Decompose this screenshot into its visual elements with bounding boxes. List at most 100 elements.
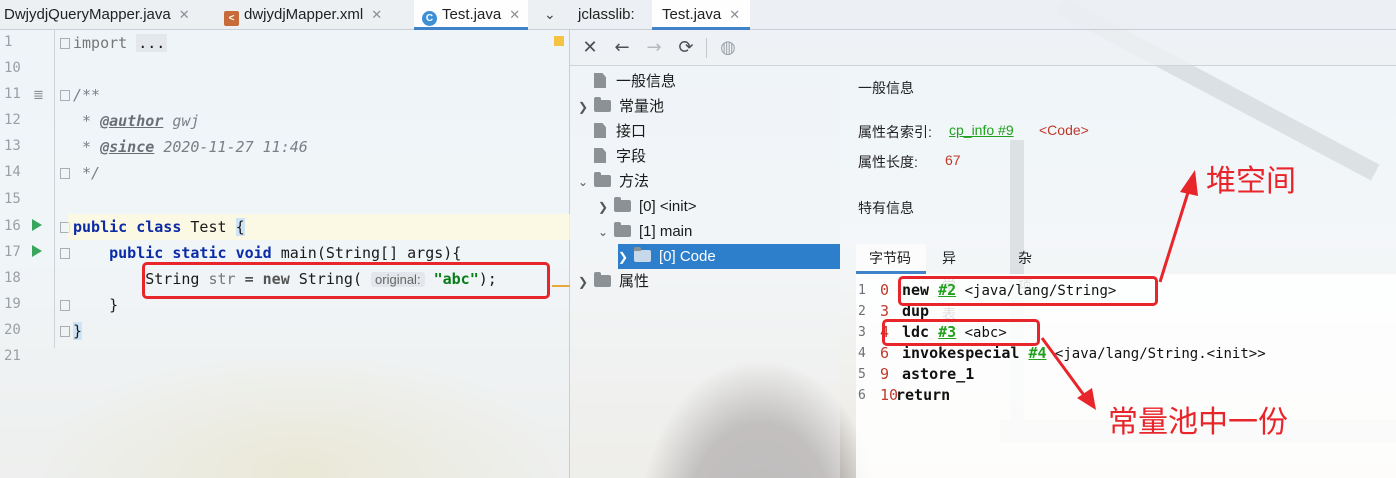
code-line-11: /** — [73, 86, 101, 104]
attr-name-index-label: 属性名索引: — [858, 124, 932, 140]
tab-jclasslib-test-java[interactable]: Test.java ✕ — [652, 0, 751, 30]
code-line-19: } — [109, 296, 119, 314]
code-line-17: public static void main(String[] args){ — [109, 244, 462, 262]
tab-bytecode[interactable]: 字节码 — [856, 244, 926, 274]
chevron-right-icon[interactable]: ❯ — [618, 245, 634, 270]
cp-info-link[interactable]: cp_info #9 — [949, 122, 1014, 138]
close-icon[interactable]: ✕ — [729, 7, 740, 22]
tab-exception-table[interactable]: 异常表 — [942, 244, 956, 322]
line-number: 10 — [4, 60, 21, 76]
code-line-20: } — [73, 322, 83, 340]
code-editor[interactable]: DwjydjQueryMapper.java ✕ < dwjydjMapper.xm… — [0, 0, 570, 478]
folder-icon — [614, 197, 631, 212]
back-arrow-icon[interactable]: ← — [610, 36, 634, 60]
java-class-icon: C — [422, 11, 437, 26]
globe-icon[interactable]: ◍ — [716, 36, 740, 60]
xml-file-icon: < — [224, 11, 239, 26]
tree-item-attributes[interactable]: ❯ 属性 — [578, 269, 649, 294]
fold-icon[interactable] — [60, 38, 70, 49]
line-number: 1 — [4, 34, 13, 50]
tree-item-constant-pool[interactable]: ❯ 常量池 — [578, 94, 664, 119]
fold-icon[interactable] — [60, 168, 70, 179]
folder-icon — [594, 272, 611, 287]
tab-dwjydjmapper-xml[interactable]: < dwjydjMapper.xml ✕ — [224, 0, 382, 30]
tab-label: Test.java — [662, 6, 722, 23]
tab-dwjydjquerymapper[interactable]: DwjydjQueryMapper.java ✕ — [4, 0, 190, 30]
general-info-title: 一般信息 — [858, 80, 914, 96]
file-icon — [594, 73, 606, 88]
line-number: 17 — [4, 244, 21, 260]
run-icon[interactable] — [32, 219, 42, 231]
line-number: 20 — [4, 322, 21, 338]
specific-info-title: 特有信息 — [858, 200, 914, 216]
tab-label: DwjydjQueryMapper.java — [4, 6, 171, 23]
file-icon — [594, 148, 606, 163]
highlight-box-ldc — [882, 319, 1040, 346]
tree-item-method-main[interactable]: ⌄ [1] main — [598, 219, 692, 244]
forward-arrow-icon[interactable]: → — [642, 36, 666, 60]
tree-item-general-info[interactable]: 一般信息 — [578, 69, 676, 94]
fold-icon[interactable] — [60, 326, 70, 337]
highlight-box-new — [898, 276, 1158, 306]
chevron-down-icon[interactable]: ⌄ — [598, 220, 614, 245]
scroll-marker — [552, 285, 570, 287]
line-number: 16 — [4, 218, 21, 234]
chevron-right-icon[interactable]: ❯ — [578, 270, 594, 295]
tree-item-method-init[interactable]: ❯ [0] <init> — [598, 194, 697, 219]
scroll-marker — [554, 36, 564, 46]
folder-icon — [594, 172, 611, 187]
toolbar-divider — [706, 38, 707, 58]
tree-item-methods[interactable]: ⌄ 方法 — [578, 169, 649, 194]
tab-label: Test.java — [442, 6, 502, 23]
run-icon[interactable] — [32, 245, 42, 257]
jclasslib-tab-bar: jclasslib: Test.java ✕ — [570, 0, 1396, 30]
folder-icon — [614, 222, 631, 237]
code-line-14: */ — [82, 164, 101, 182]
indent-guide — [54, 30, 55, 348]
line-number: 12 — [4, 112, 21, 128]
tab-misc[interactable]: 杂项 — [1018, 244, 1032, 294]
refresh-icon[interactable]: ⟳ — [674, 36, 698, 60]
chevron-down-icon[interactable]: ⌄ — [544, 0, 556, 30]
fold-icon[interactable] — [60, 300, 70, 311]
fold-icon[interactable] — [60, 90, 70, 101]
close-icon[interactable]: ✕ — [179, 7, 190, 22]
line-number: 15 — [4, 191, 21, 207]
code-line-13: * @since 2020-11-27 11:46 — [82, 138, 308, 156]
chevron-down-icon[interactable]: ⌄ — [578, 170, 594, 195]
folder-icon — [634, 247, 651, 262]
annotation-heap-space: 堆空间 — [1206, 164, 1296, 199]
annotation-constant-pool: 常量池中一份 — [1108, 405, 1288, 440]
file-icon — [594, 123, 606, 138]
tree-item-fields[interactable]: 字段 — [578, 144, 646, 169]
attr-length-value: 67 — [945, 152, 961, 168]
line-number: 19 — [4, 296, 21, 312]
code-line-12: * @author gwj — [82, 112, 200, 130]
attr-length-label: 属性长度: — [858, 154, 918, 170]
chevron-right-icon[interactable]: ❯ — [578, 95, 594, 120]
doc-render-icon[interactable]: ≣ — [33, 88, 44, 103]
close-icon[interactable]: ✕ — [578, 36, 602, 60]
chevron-right-icon[interactable]: ❯ — [598, 195, 614, 220]
code-line-16: public class Test { — [73, 218, 245, 236]
highlight-box-string-new — [142, 262, 550, 299]
line-number: 18 — [4, 270, 21, 286]
editor-tab-bar: DwjydjQueryMapper.java ✕ < dwjydjMapper.xm… — [0, 0, 570, 30]
line-number: 14 — [4, 164, 21, 180]
code-line-1: import ... — [73, 34, 168, 52]
tree-item-code-selected[interactable]: ❯ [0] Code — [618, 244, 840, 269]
fold-icon[interactable] — [60, 248, 70, 259]
attr-name-value: <Code> — [1039, 122, 1089, 138]
close-icon[interactable]: ✕ — [509, 7, 520, 22]
line-number: 13 — [4, 138, 21, 154]
tree-item-interfaces[interactable]: 接口 — [578, 119, 646, 144]
close-icon[interactable]: ✕ — [371, 7, 382, 22]
class-structure-tree: 一般信息 ❯ 常量池 接口 字段 ⌄ 方法 ❯ [0] <init> ⌄ [1] mai… — [570, 66, 840, 478]
tab-label: dwjydjMapper.xml — [244, 6, 364, 23]
jclasslib-toolbar: ✕ ← → ⟳ ◍ — [570, 30, 1396, 66]
folder-icon — [594, 97, 611, 112]
tab-test-java[interactable]: C Test.java ✕ — [414, 0, 529, 30]
cp-ref-link[interactable]: #4 — [1028, 344, 1046, 362]
tool-window-title: jclasslib: — [578, 6, 635, 23]
line-number: 21 — [4, 348, 21, 364]
